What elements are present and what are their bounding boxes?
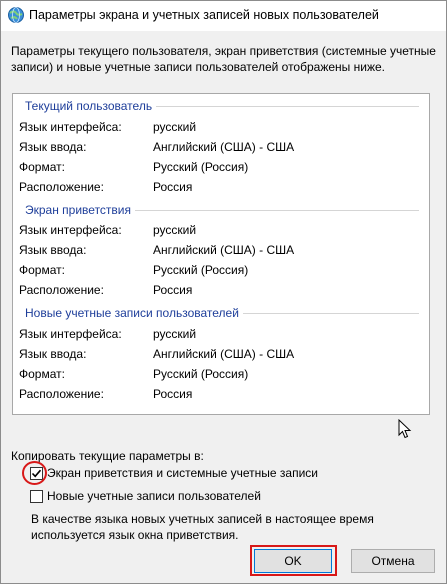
globe-settings-icon	[8, 7, 24, 23]
row-value: русский	[153, 327, 197, 341]
row-value: Россия	[153, 283, 193, 297]
row-value: Русский (Россия)	[153, 263, 249, 277]
row-label: Формат:	[19, 367, 65, 381]
row-location: Расположение: Россия	[19, 179, 419, 195]
row-value: Россия	[153, 180, 193, 194]
row-value: Россия	[153, 387, 193, 401]
group-title: Новые учетные записи пользователей	[25, 305, 243, 321]
row-label: Расположение:	[19, 180, 104, 194]
row-label: Язык ввода:	[19, 243, 87, 257]
row-label: Формат:	[19, 263, 65, 277]
row-format: Формат: Русский (Россия)	[19, 159, 419, 175]
group-welcome-screen: Экран приветствия	[25, 202, 419, 218]
ok-button-highlight	[250, 545, 337, 576]
row-value: Английский (США) - США	[153, 140, 295, 154]
row-interface-language: Язык интерфейса: русский	[19, 119, 419, 135]
window-title: Параметры экрана и учетных записей новых…	[29, 8, 379, 22]
row-label: Расположение:	[19, 283, 104, 297]
row-label: Язык ввода:	[19, 347, 87, 361]
mouse-pointer-icon	[398, 419, 412, 439]
row-value: Английский (США) - США	[153, 347, 295, 361]
row-interface-language: Язык интерфейса: русский	[19, 326, 419, 342]
row-label: Язык интерфейса:	[19, 223, 122, 237]
new-users-checkbox[interactable]	[30, 489, 43, 503]
row-label: Язык интерфейса:	[19, 327, 122, 341]
title-bar[interactable]: Параметры экрана и учетных записей новых…	[1, 1, 446, 31]
settings-panel: Текущий пользователь Язык интерфейса: ру…	[12, 93, 430, 439]
new-users-checkbox-label[interactable]: Новые учетные записи пользователей	[47, 489, 261, 503]
row-format: Формат: Русский (Россия)	[19, 366, 419, 382]
copy-settings-label: Копировать текущие параметры в:	[11, 449, 204, 463]
row-label: Язык ввода:	[19, 140, 87, 154]
info-note: В качестве языка новых учетных записей в…	[31, 512, 374, 542]
row-value: Английский (США) - США	[153, 243, 295, 257]
row-format: Формат: Русский (Россия)	[19, 262, 419, 278]
row-input-language: Язык ввода: Английский (США) - США	[19, 139, 419, 155]
checkbox-highlight-circle	[22, 461, 47, 485]
welcome-screen-checkbox-row[interactable]: Экран приветствия и системные учетные за…	[30, 465, 318, 481]
row-location: Расположение: Россия	[19, 386, 419, 402]
new-users-checkbox-row[interactable]: Новые учетные записи пользователей	[30, 488, 261, 504]
dialog-content: Параметры текущего пользователя, экран п…	[1, 31, 446, 583]
row-value: русский	[153, 120, 197, 134]
row-input-language: Язык ввода: Английский (США) - США	[19, 346, 419, 362]
row-location: Расположение: Россия	[19, 282, 419, 298]
cancel-button[interactable]: Отмена	[351, 549, 435, 573]
row-label: Расположение:	[19, 387, 104, 401]
welcome-screen-checkbox-label[interactable]: Экран приветствия и системные учетные за…	[47, 466, 318, 480]
row-value: русский	[153, 223, 197, 237]
group-new-users: Новые учетные записи пользователей	[25, 305, 419, 321]
group-title: Экран приветствия	[25, 202, 136, 218]
row-input-language: Язык ввода: Английский (США) - США	[19, 242, 419, 258]
intro-text: Параметры текущего пользователя, экран п…	[11, 44, 436, 74]
row-label: Язык интерфейса:	[19, 120, 122, 134]
row-interface-language: Язык интерфейса: русский	[19, 222, 419, 238]
group-title: Текущий пользователь	[25, 98, 157, 114]
row-label: Формат:	[19, 160, 65, 174]
group-current-user: Текущий пользователь	[25, 98, 419, 114]
row-value: Русский (Россия)	[153, 367, 249, 381]
row-value: Русский (Россия)	[153, 160, 249, 174]
dialog-window: Параметры экрана и учетных записей новых…	[0, 0, 447, 584]
